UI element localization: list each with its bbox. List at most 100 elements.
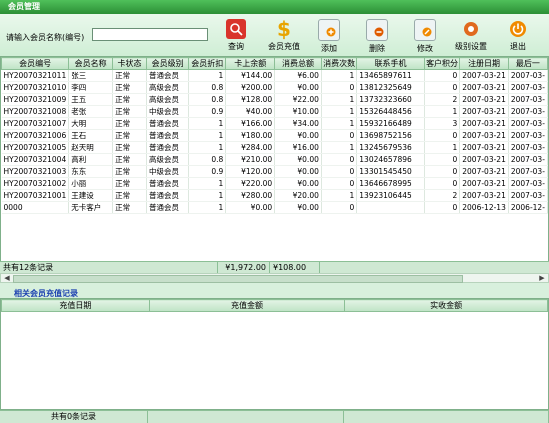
table-cell: HY20070321002: [1, 177, 70, 190]
table-cell: ¥280.00: [225, 189, 276, 202]
recharge-button-label: 会员充值: [268, 42, 300, 51]
table-cell: 王五: [68, 93, 114, 106]
table-cell: 2: [424, 93, 461, 106]
table-cell: 0.8: [188, 81, 227, 94]
table-cell: 王石: [68, 129, 114, 142]
search-input[interactable]: [92, 28, 208, 41]
table-cell: 赵天明: [68, 141, 114, 154]
recharge-button[interactable]: $ 会员充值: [261, 17, 307, 55]
member-grid[interactable]: 会员编号 会员名称 卡状态 会员级别 会员折扣 卡上余额 消费总额 消费次数 联…: [0, 56, 549, 276]
table-row[interactable]: HY20070321004 高利 正常 高级会员 0.8 ¥210.00 ¥0.00 0 130…: [1, 153, 548, 166]
table-cell: 0: [424, 153, 461, 166]
table-cell: 普通会员: [146, 129, 190, 142]
table-cell: HY20070321006: [1, 129, 70, 142]
table-cell: 0.9: [188, 105, 227, 118]
column-header[interactable]: 联系手机: [356, 57, 425, 70]
table-cell: 正常: [112, 153, 147, 166]
table-cell: ¥22.00: [274, 93, 322, 106]
table-cell: HY20070321001: [1, 189, 70, 202]
table-cell: ¥0.00: [274, 129, 322, 142]
table-cell: 2007-03-: [508, 69, 548, 82]
table-cell: 正常: [112, 117, 147, 130]
search-label: 请输入会员名称(编号): [6, 33, 85, 42]
table-cell: 2007-03-21: [459, 165, 509, 178]
table-cell: 1: [321, 117, 358, 130]
table-cell: 正常: [112, 69, 147, 82]
table-cell: HY20070321010: [1, 81, 70, 94]
table-row[interactable]: HY20070321005 赵天明 正常 普通会员 1 ¥284.00 ¥16.00 1 132…: [1, 141, 548, 154]
table-cell: 普通会员: [146, 201, 190, 214]
table-cell: 正常: [112, 81, 147, 94]
table-cell: 普通会员: [146, 117, 190, 130]
horizontal-scrollbar[interactable]: ◀ ▶: [0, 273, 549, 283]
table-cell: 0.9: [188, 165, 227, 178]
column-header[interactable]: 卡状态: [112, 57, 147, 70]
table-cell: 0: [321, 177, 358, 190]
table-cell: HY20070321004: [1, 153, 70, 166]
scroll-right-icon[interactable]: ▶: [537, 274, 547, 282]
table-cell: 13465897611: [356, 69, 425, 82]
table-cell: 1: [188, 189, 227, 202]
table-cell: 1: [321, 69, 358, 82]
column-header[interactable]: 充值日期: [1, 299, 150, 312]
recharge-record-count: 共有0条记录: [0, 411, 148, 423]
table-cell: ¥220.00: [225, 177, 276, 190]
table-cell: 正常: [112, 189, 147, 202]
table-cell: ¥0.00: [274, 153, 322, 166]
column-header[interactable]: 注册日期: [459, 57, 509, 70]
column-header[interactable]: 实收金额: [344, 299, 548, 312]
table-row[interactable]: HY20070321003 东东 正常 中级会员 0.9 ¥120.00 ¥0.00 0 133…: [1, 165, 548, 178]
table-cell: 2006-12-: [508, 201, 548, 214]
table-cell: ¥120.00: [225, 165, 276, 178]
edit-icon: [414, 19, 436, 41]
table-cell: ¥144.00: [225, 69, 276, 82]
table-cell: 0.8: [188, 153, 227, 166]
table-cell: 2007-03-: [508, 153, 548, 166]
column-header[interactable]: 会员编号: [1, 57, 70, 70]
table-row[interactable]: 0000 无卡客户 正常 普通会员 1 ¥0.00 ¥0.00 0 0 2006-12-13 200…: [1, 201, 548, 214]
table-cell: HY20070321011: [1, 69, 70, 82]
table-row[interactable]: HY20070321010 李四 正常 高级会员 0.8 ¥200.00 ¥0.00 0 138…: [1, 81, 548, 94]
table-row[interactable]: HY20070321007 大明 正常 普通会员 1 ¥166.00 ¥34.00 1 1593…: [1, 117, 548, 130]
recharge-grid[interactable]: 充值日期 充值金额 实收金额: [0, 298, 549, 410]
column-header[interactable]: 充值金额: [148, 299, 346, 312]
table-cell: 王建设: [68, 189, 114, 202]
table-row[interactable]: HY20070321002 小丽 正常 普通会员 1 ¥220.00 ¥0.00 0 13646…: [1, 177, 548, 190]
table-cell: 2007-03-21: [459, 153, 509, 166]
table-cell: 中级会员: [146, 105, 190, 118]
table-cell: 2007-03-: [508, 81, 548, 94]
delete-button[interactable]: 删除: [354, 17, 400, 55]
column-header[interactable]: 会员级别: [145, 57, 190, 70]
table-row[interactable]: HY20070321008 老张 正常 中级会员 0.9 ¥40.00 ¥10.00 1 153…: [1, 105, 548, 118]
table-cell: 正常: [112, 165, 147, 178]
column-header[interactable]: 消费次数: [320, 57, 358, 70]
table-cell: 1: [188, 69, 227, 82]
table-cell: 大明: [68, 117, 114, 130]
table-cell: 13732323660: [356, 93, 425, 106]
column-header[interactable]: 卡上余额: [225, 57, 276, 70]
add-button[interactable]: 添加: [306, 17, 352, 55]
table-row[interactable]: HY20070321001 王建设 正常 普通会员 1 ¥280.00 ¥20.00 1 139…: [1, 189, 548, 202]
table-cell: 高级会员: [146, 93, 190, 106]
table-cell: ¥20.00: [274, 189, 322, 202]
column-header[interactable]: 消费总额: [274, 57, 322, 70]
query-button[interactable]: 查询: [213, 17, 259, 55]
exit-button[interactable]: 退出: [495, 17, 541, 55]
column-header[interactable]: 客户积分: [423, 57, 461, 70]
column-header[interactable]: 会员名称: [68, 57, 114, 70]
scroll-left-icon[interactable]: ◀: [2, 274, 12, 282]
table-cell: ¥128.00: [225, 93, 276, 106]
table-row[interactable]: HY20070321009 王五 正常 高级会员 0.8 ¥128.00 ¥22.00 1 13…: [1, 93, 548, 106]
column-header[interactable]: 最后一: [507, 57, 548, 70]
recharge-table: 充值日期 充值金额 实收金额: [1, 299, 548, 312]
column-header[interactable]: 会员折扣: [188, 57, 227, 70]
delete-button-label: 删除: [369, 44, 385, 53]
scroll-thumb[interactable]: [13, 275, 463, 283]
table-cell: 13245679536: [356, 141, 425, 154]
table-row[interactable]: HY20070321006 王石 正常 普通会员 1 ¥180.00 ¥0.00 0 13698…: [1, 129, 548, 142]
edit-button[interactable]: 修改: [402, 17, 448, 55]
table-cell: HY20070321005: [1, 141, 70, 154]
level-settings-button[interactable]: 级别设置: [448, 17, 494, 55]
table-row[interactable]: HY20070321011 张三 正常 普通会员 1 ¥144.00 ¥6.00 1 13465…: [1, 69, 548, 82]
table-cell: 正常: [112, 177, 147, 190]
